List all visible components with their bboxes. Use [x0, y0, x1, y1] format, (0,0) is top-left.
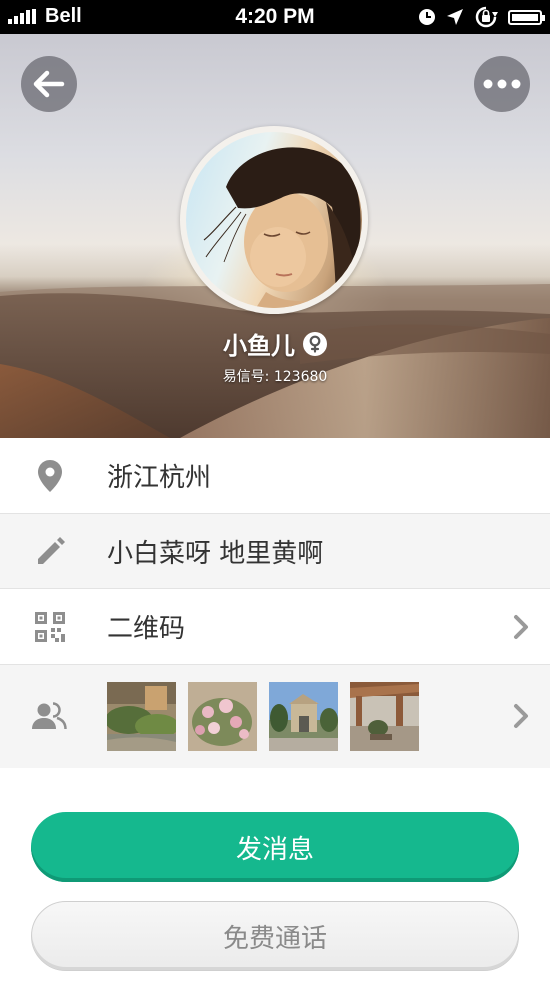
- send-message-button[interactable]: 发消息: [31, 812, 519, 882]
- qr-code-icon: [32, 609, 68, 645]
- profile-name-row: 小鱼儿: [0, 326, 550, 361]
- album-photo[interactable]: [107, 682, 176, 751]
- more-button[interactable]: [474, 56, 530, 112]
- profile-header: 小鱼儿 易信号: 123680: [0, 34, 550, 438]
- avatar-photo: [186, 132, 362, 308]
- album-photo[interactable]: [269, 682, 338, 751]
- location-arrow-icon: [447, 9, 463, 25]
- pencil-icon: [32, 533, 68, 569]
- album-photo[interactable]: [188, 682, 257, 751]
- location-row: 浙江杭州: [0, 438, 550, 514]
- location-text: 浙江杭州: [107, 463, 212, 493]
- album-thumbnails: [107, 682, 419, 751]
- status-icons: [418, 6, 545, 28]
- battery-icon: [508, 9, 545, 25]
- more-dots-icon: [483, 79, 521, 89]
- signature-row: 小白菜呀 地里黄啊: [0, 514, 550, 589]
- chevron-right-icon: [510, 612, 532, 642]
- album-row[interactable]: [0, 665, 550, 768]
- qr-code-row[interactable]: 二维码: [0, 589, 550, 665]
- profile-name: 小鱼儿: [223, 332, 295, 360]
- contacts-icon: [32, 698, 68, 734]
- chevron-right-icon: [510, 701, 532, 731]
- status-bar: Bell 4:20 PM: [0, 0, 550, 34]
- free-call-button[interactable]: 免费通话: [31, 901, 519, 971]
- back-arrow-icon: [33, 70, 65, 98]
- back-button[interactable]: [21, 56, 77, 112]
- album-photo[interactable]: [350, 682, 419, 751]
- rotation-lock-icon: [475, 6, 498, 28]
- clock-icon: [419, 9, 435, 25]
- yixin-id: 易信号: 123680: [222, 369, 328, 385]
- signature-text: 小白菜呀 地里黄啊: [107, 538, 324, 569]
- location-pin-icon: [32, 458, 68, 494]
- avatar[interactable]: [180, 126, 368, 314]
- qr-code-label: 二维码: [107, 614, 186, 644]
- female-icon: [303, 331, 327, 356]
